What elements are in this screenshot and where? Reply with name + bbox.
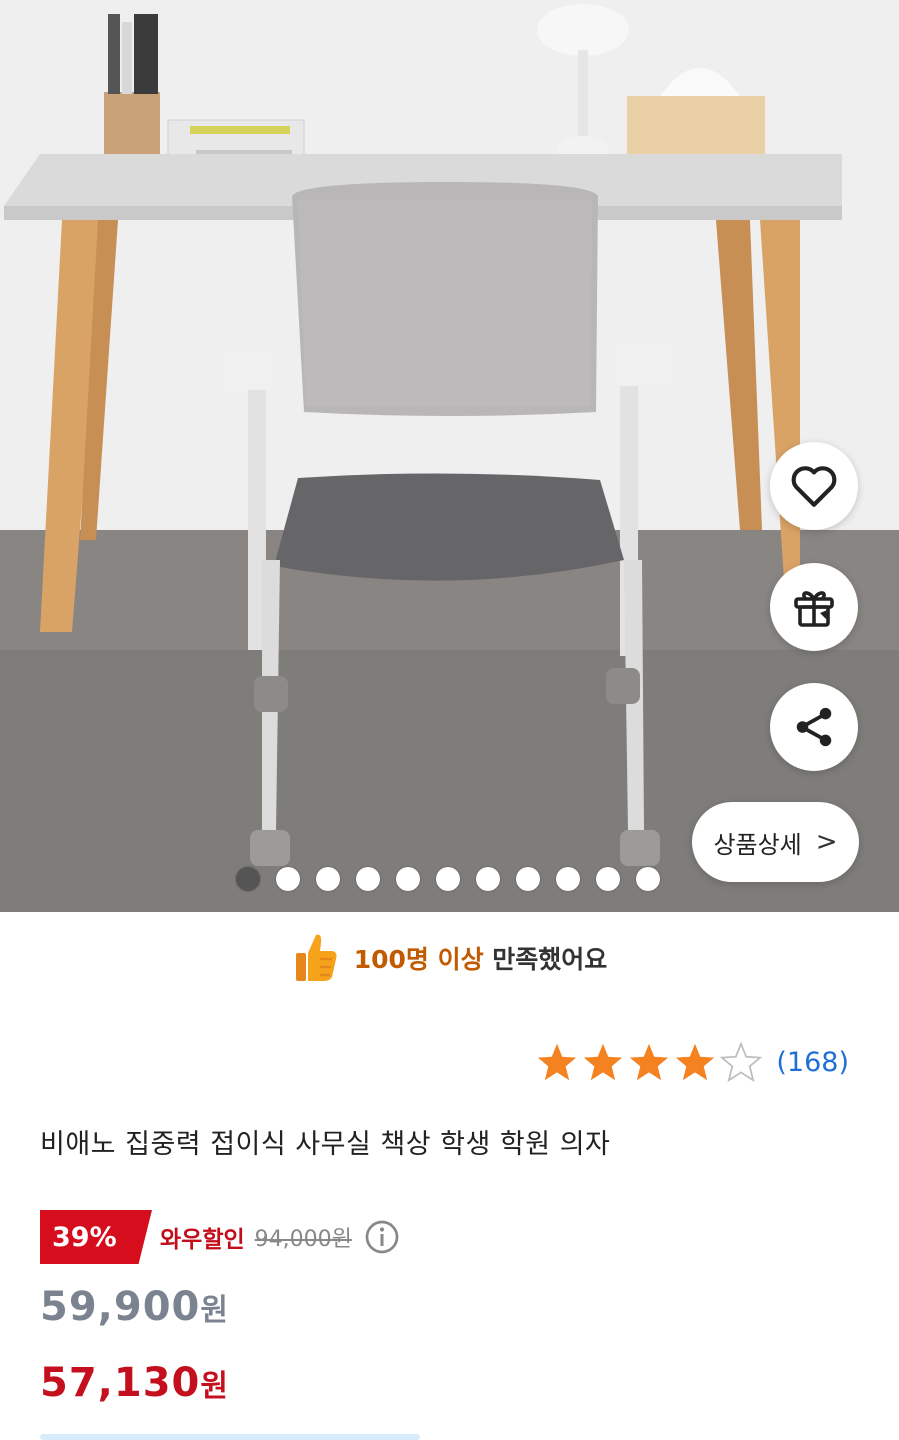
wow-discount-label: 와우할인 (160, 1227, 245, 1253)
product-title: 비애노 집중력 접이식 사무실 책상 학생 학원 의자 (40, 1129, 611, 1160)
wishlist-button[interactable] (770, 442, 858, 530)
discount-badge: 39% (40, 1210, 152, 1264)
product-rating[interactable]: (168) (536, 1040, 849, 1084)
coupon-strip-edge (40, 1434, 420, 1440)
product-image-carousel[interactable]: 상품상세 > (0, 0, 899, 912)
list-price-unit: 원 (200, 1293, 229, 1328)
info-icon[interactable] (364, 1219, 400, 1255)
pager-dot[interactable] (356, 867, 380, 891)
gift-icon (794, 591, 834, 627)
chair-photo (0, 0, 899, 912)
star-filled-icon (584, 1043, 623, 1081)
pager-dot[interactable] (596, 867, 620, 891)
satisfaction-count: 100명 이상 (353, 945, 484, 974)
share-button[interactable] (770, 683, 858, 771)
pager-dot-active[interactable] (236, 867, 260, 891)
thumbs-up-icon (295, 934, 337, 981)
pager-dot[interactable] (396, 867, 420, 891)
share-icon (796, 707, 832, 747)
final-price-value: 57,130 (40, 1360, 201, 1406)
star-filled-icon (676, 1043, 715, 1081)
discount-row: 39% 와우할인 94,000원 (40, 1210, 400, 1264)
product-detail-label: 상품상세 (713, 830, 802, 859)
original-price: 94,000원 (254, 1227, 352, 1252)
star-filled-icon (630, 1043, 669, 1081)
pager-dot[interactable] (556, 867, 580, 891)
heart-icon (791, 466, 837, 507)
product-detail-button[interactable]: 상품상세 > (692, 802, 859, 882)
pager-dot[interactable] (276, 867, 300, 891)
list-price-value: 59,900 (40, 1284, 201, 1330)
pager-dot[interactable] (316, 867, 340, 891)
pager-dot[interactable] (476, 867, 500, 891)
star-empty-icon (720, 1042, 763, 1082)
pager-dot[interactable] (636, 867, 660, 891)
gift-button[interactable] (770, 563, 858, 651)
satisfaction-banner: 100명 이상 만족했어요 (0, 920, 899, 996)
final-price: 57,130원 (40, 1360, 229, 1406)
star-filled-icon (538, 1043, 577, 1081)
final-price-unit: 원 (200, 1369, 229, 1404)
satisfaction-text: 만족했어요 (492, 945, 608, 974)
carousel-pager[interactable] (236, 867, 660, 891)
pager-dot[interactable] (436, 867, 460, 891)
pager-dot[interactable] (516, 867, 540, 891)
review-count[interactable]: (168) (776, 1047, 849, 1078)
list-price: 59,900원 (40, 1284, 229, 1330)
chevron-right-icon: > (815, 827, 838, 857)
